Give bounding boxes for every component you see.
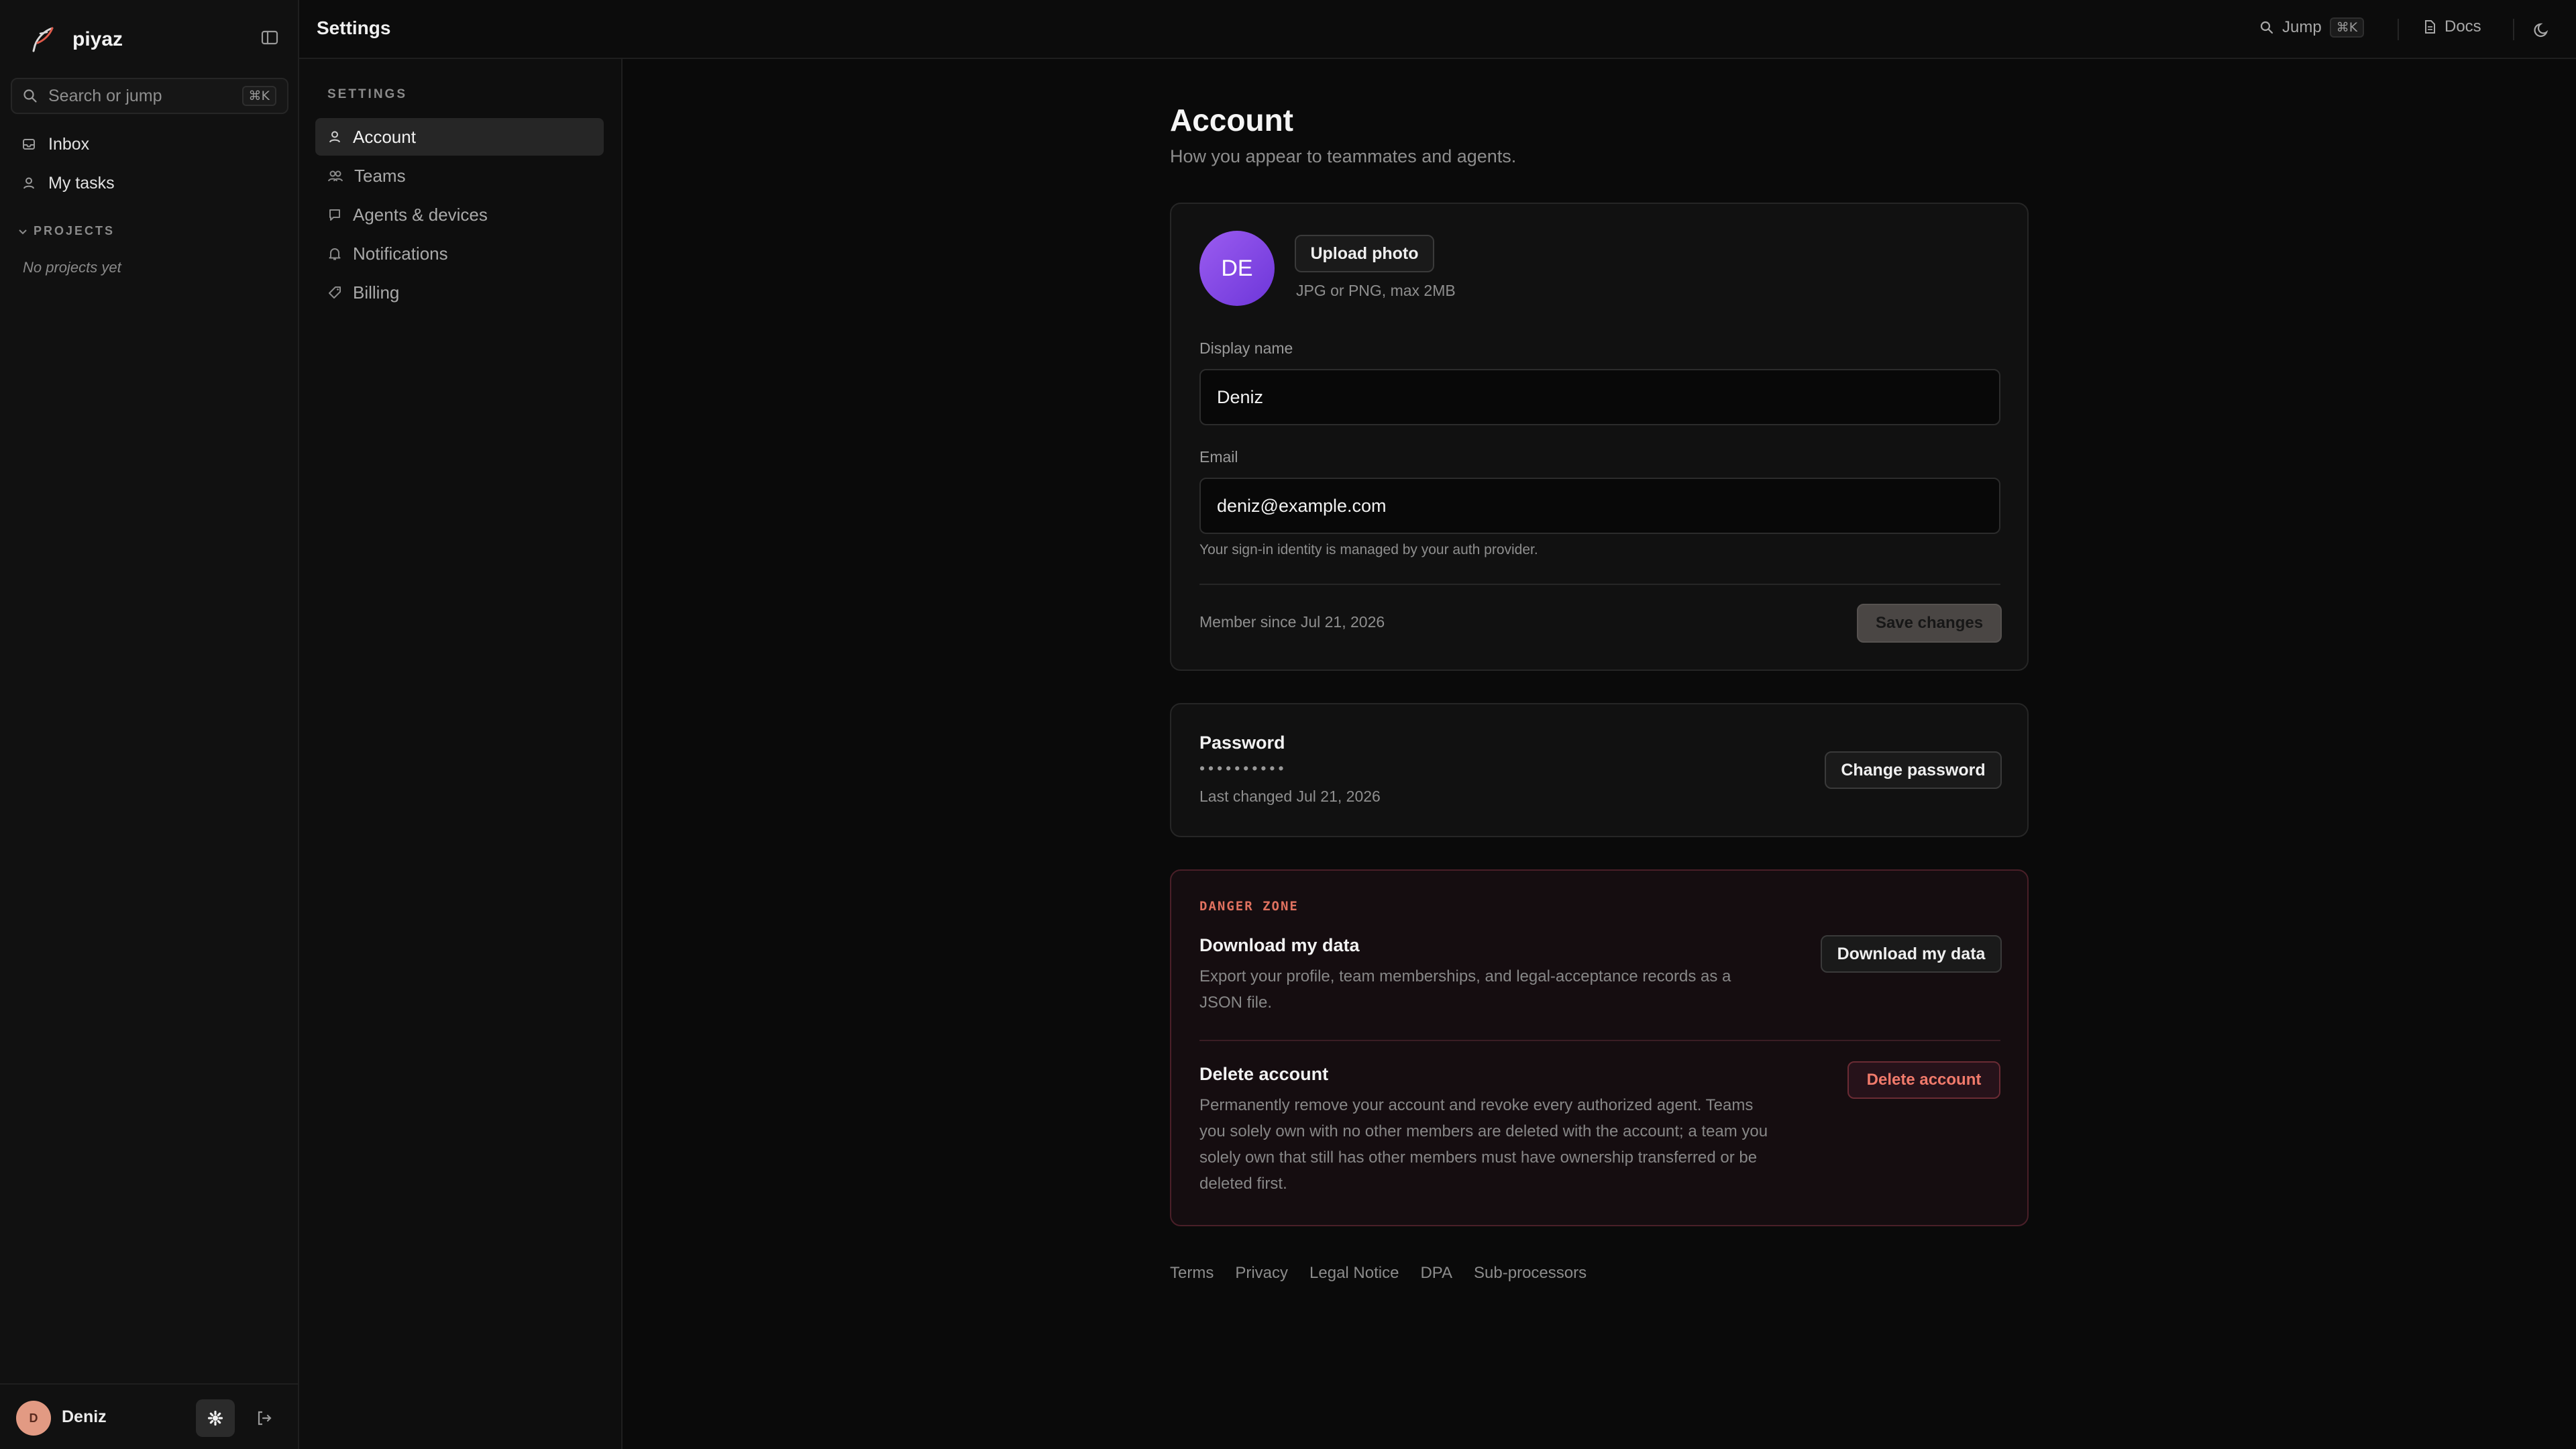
inbox-icon	[23, 139, 35, 150]
jump-label: Jump	[2282, 18, 2322, 36]
top-bar: Settings Jump ⌘K Docs	[299, 0, 2576, 59]
person-icon	[329, 131, 340, 143]
app-sidebar: piyaz Search or jump ⌘K Inbox My tasks P…	[0, 0, 299, 1449]
jump-shortcut: ⌘K	[2329, 17, 2365, 38]
display-name-label: Display name	[1199, 339, 1293, 357]
settings-item-billing[interactable]: Billing	[315, 274, 604, 311]
sidebar-toggle-icon[interactable]	[260, 28, 279, 47]
settings-item-label: Teams	[354, 165, 406, 186]
tag-icon	[329, 286, 341, 299]
danger-zone-card: DANGER ZONE Download my data Export your…	[1170, 869, 2029, 1226]
divider	[2513, 19, 2514, 40]
bell-icon	[329, 248, 341, 260]
download-data-desc: Export your profile, team memberships, a…	[1199, 967, 1731, 985]
divider	[1199, 1040, 2000, 1041]
password-title: Password	[1199, 733, 1285, 753]
divider	[2398, 19, 2399, 40]
avatar: DE	[1199, 231, 1275, 306]
search-input[interactable]: Search or jump ⌘K	[11, 78, 288, 114]
settings-item-label: Account	[353, 126, 416, 147]
upload-photo-button[interactable]: Upload photo	[1295, 235, 1434, 272]
document-icon	[2425, 20, 2435, 34]
docs-label: Docs	[2445, 17, 2481, 36]
search-icon	[23, 89, 37, 103]
profile-card: DE Upload photo JPG or PNG, max 2MB Disp…	[1170, 203, 2029, 671]
footer-link-dpa[interactable]: DPA	[1420, 1264, 1452, 1283]
account-title: Account	[1170, 103, 1293, 138]
sidebar-item-label: Inbox	[48, 134, 90, 154]
footer-link-sub-processors[interactable]: Sub-processors	[1474, 1264, 1587, 1283]
chevron-down-icon	[19, 229, 27, 234]
no-projects-text: No projects yet	[23, 259, 121, 276]
settings-item-agents-devices[interactable]: Agents & devices	[315, 196, 604, 233]
email-field[interactable]: deniz@example.com	[1199, 478, 2000, 534]
user-name[interactable]: Deniz	[62, 1407, 107, 1427]
settings-item-account[interactable]: Account	[315, 118, 604, 156]
settings-button[interactable]	[196, 1399, 235, 1437]
password-card: Password •••••••••• Last changed Jul 21,…	[1170, 703, 2029, 837]
app-window: piyaz Search or jump ⌘K Inbox My tasks P…	[0, 0, 2576, 1449]
settings-item-teams[interactable]: Teams	[315, 157, 604, 195]
settings-item-notifications[interactable]: Notifications	[315, 235, 604, 272]
email-label: Email	[1199, 448, 1238, 466]
app-name: piyaz	[72, 28, 123, 50]
email-hint: Your sign-in identity is managed by your…	[1199, 542, 1538, 557]
sidebar-item-inbox[interactable]: Inbox	[12, 126, 287, 162]
avatar[interactable]: D	[16, 1401, 51, 1436]
projects-section-toggle[interactable]: PROJECTS	[17, 224, 115, 238]
docs-link[interactable]: Docs	[2423, 17, 2481, 36]
page-title: Settings	[317, 17, 391, 38]
search-icon	[2260, 21, 2273, 34]
jump-button[interactable]: Jump ⌘K	[2259, 17, 2365, 38]
upload-hint: JPG or PNG, max 2MB	[1296, 282, 1456, 299]
display-name-field[interactable]: Deniz	[1199, 369, 2000, 425]
sidebar-item-label: My tasks	[48, 173, 115, 193]
sidebar-item-my-tasks[interactable]: My tasks	[12, 165, 287, 201]
account-subtitle: How you appear to teammates and agents.	[1170, 146, 1517, 166]
footer-link-privacy[interactable]: Privacy	[1235, 1264, 1288, 1283]
download-data-button[interactable]: Download my data	[1821, 935, 2002, 973]
settings-heading: SETTINGS	[327, 87, 408, 101]
member-since: Member since Jul 21, 2026	[1199, 613, 1385, 631]
delete-account-desc: Permanently remove your account and revo…	[1199, 1096, 1754, 1114]
change-password-button[interactable]: Change password	[1825, 751, 2002, 789]
people-icon	[328, 170, 343, 182]
delete-account-button[interactable]: Delete account	[1847, 1061, 2000, 1099]
feather-logo-icon	[32, 27, 54, 52]
footer-link-terms[interactable]: Terms	[1170, 1264, 1214, 1283]
brand[interactable]: piyaz	[27, 23, 123, 56]
footer-link-legal-notice[interactable]: Legal Notice	[1309, 1264, 1399, 1283]
danger-zone-heading: DANGER ZONE	[1199, 899, 1299, 914]
delete-account-desc: solely own that still has other members …	[1199, 1148, 1758, 1167]
settings-item-label: Notifications	[353, 243, 448, 264]
projects-heading: PROJECTS	[34, 224, 115, 237]
footer-links: Terms Privacy Legal Notice DPA Sub-proce…	[1170, 1264, 1587, 1283]
settings-nav: SETTINGS Account Teams Agents & devices	[299, 59, 623, 1449]
gear-icon	[207, 1410, 223, 1426]
delete-account-title: Delete account	[1199, 1064, 1329, 1084]
save-changes-button[interactable]: Save changes	[1857, 604, 2002, 643]
sidebar-footer: D Deniz	[0, 1383, 299, 1449]
settings-item-label: Billing	[353, 282, 400, 303]
download-data-desc: JSON file.	[1199, 994, 1273, 1012]
password-mask: ••••••••••	[1199, 759, 1287, 777]
settings-item-label: Agents & devices	[353, 204, 488, 225]
delete-account-desc: you solely own with no other members are…	[1199, 1122, 1768, 1140]
password-last-changed: Last changed Jul 21, 2026	[1199, 788, 1381, 805]
search-shortcut: ⌘K	[241, 86, 276, 106]
divider	[1199, 584, 2000, 585]
logout-icon[interactable]	[255, 1409, 274, 1428]
person-icon	[23, 177, 34, 189]
delete-account-desc: deleted first.	[1199, 1175, 1287, 1193]
download-data-title: Download my data	[1199, 935, 1360, 955]
chat-icon	[329, 209, 340, 221]
search-placeholder: Search or jump	[48, 86, 162, 105]
moon-icon[interactable]	[2532, 19, 2553, 40]
